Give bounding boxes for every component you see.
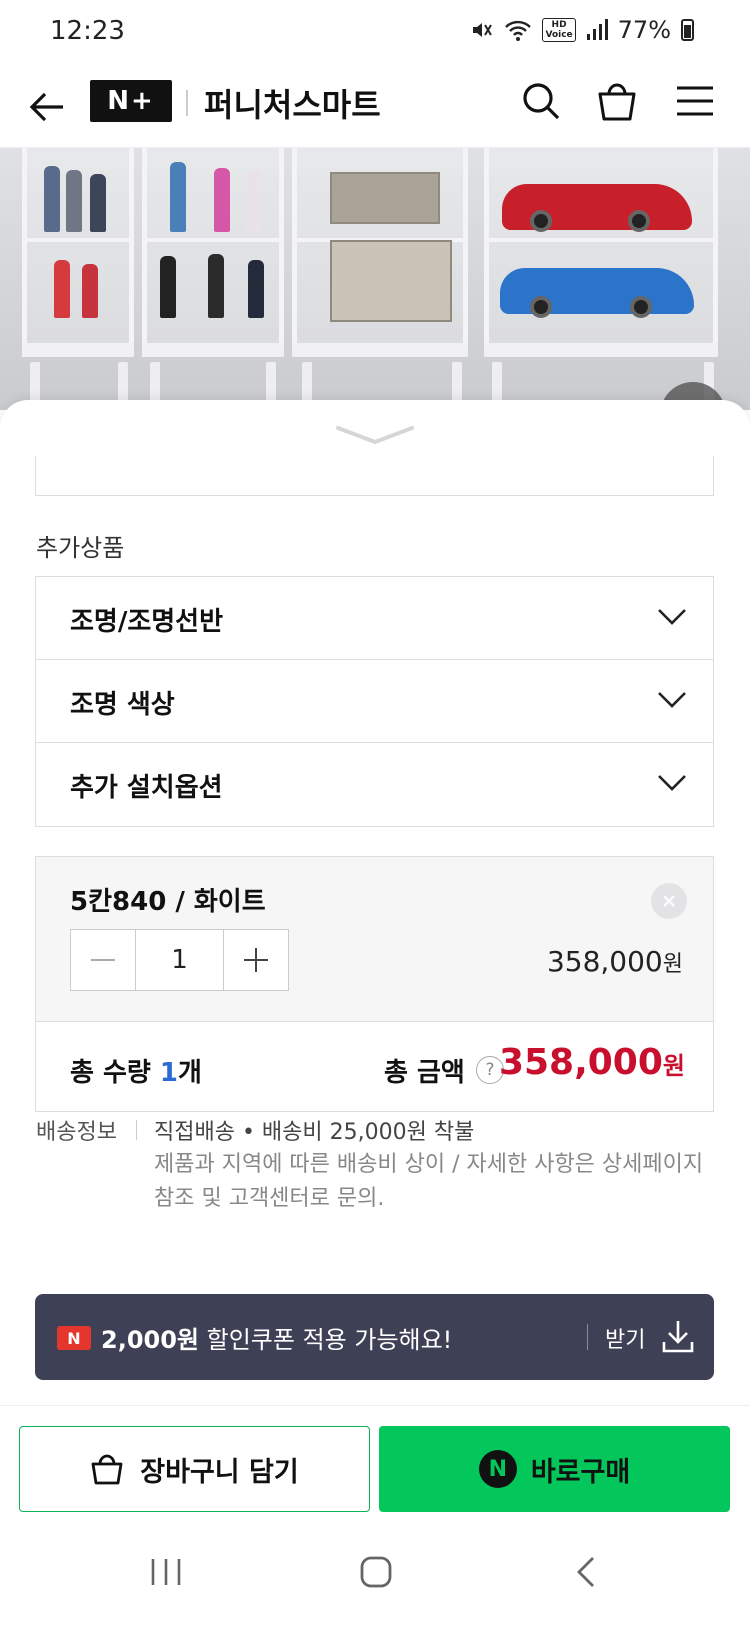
recent-apps-icon <box>151 1559 181 1585</box>
display-cabinet <box>142 148 284 357</box>
shipping-label: 배송정보 <box>36 1120 117 1145</box>
naver-badge-icon: N <box>57 1326 91 1350</box>
addon-lighting-shelf[interactable]: 조명/조명선반 <box>36 577 713 660</box>
battery-percent: 77% <box>617 16 671 44</box>
total-quantity-unit: 개 <box>177 1058 202 1088</box>
add-to-cart-label: 장바구니 담기 <box>140 1456 299 1488</box>
total-amount-currency: 원 <box>662 1052 685 1080</box>
back-chevron-icon <box>577 1557 594 1587</box>
total-amount-label: 총 금액 <box>384 1058 465 1088</box>
display-cabinet <box>484 148 718 357</box>
buy-now-label: 바로구매 <box>530 1456 631 1488</box>
selected-option-row: 5칸840 / 화이트 1 358,000원 <box>36 857 713 1022</box>
wifi-icon <box>505 20 532 41</box>
search-button[interactable] <box>516 76 566 126</box>
additional-products-list: 조명/조명선반 조명 색상 추가 설치옵션 <box>35 576 714 827</box>
increase-quantity-button[interactable] <box>224 930 288 990</box>
menu-icon <box>677 86 713 116</box>
shipping-divider <box>136 1120 137 1140</box>
quantity-stepper: 1 <box>70 929 289 991</box>
shipping-method: 직접배송 • 배송비 25,000원 착불 <box>154 1120 475 1145</box>
buy-now-button[interactable]: N 바로구매 <box>379 1426 730 1512</box>
status-time: 12:23 <box>50 16 125 46</box>
total-row: 총 수량 1개 총 금액 ? 358,000원 <box>36 1022 713 1113</box>
remove-option-button[interactable] <box>651 883 687 919</box>
back-button[interactable] <box>24 84 70 130</box>
naver-pay-icon: N <box>478 1450 517 1488</box>
recent-apps-button[interactable] <box>136 1547 196 1597</box>
option-sheet: 추가상품 조명/조명선반 조명 색상 추가 설치옵션 5칸840 / 화이트 1 <box>0 400 750 1405</box>
addon-install-option[interactable]: 추가 설치옵션 <box>36 743 713 826</box>
mute-icon <box>473 23 493 37</box>
close-icon <box>663 895 675 907</box>
add-to-cart-button[interactable]: 장바구니 담기 <box>19 1426 370 1512</box>
previous-option-box <box>35 456 714 496</box>
decrease-quantity-button[interactable] <box>71 930 135 990</box>
battery-icon <box>681 19 694 41</box>
system-navigation-bar <box>0 1517 750 1625</box>
total-amount-value: 358,000 <box>498 1042 663 1083</box>
status-icons: HD Voice 77% <box>470 16 694 44</box>
store-logo[interactable]: N+ <box>90 80 172 122</box>
addon-label: 조명 색상 <box>70 690 175 720</box>
app-header: N+ 퍼니처스마트 <box>0 66 750 148</box>
coupon-amount: 2,000원 <box>101 1326 199 1354</box>
chevron-down-icon <box>336 426 414 445</box>
plus-icon <box>244 948 268 972</box>
shipping-note: 제품과 지역에 따른 배송비 상이 / 자세한 사항은 상세페이지 참조 및 고… <box>154 1152 704 1211</box>
hd-voice-icon: HD Voice <box>542 18 576 42</box>
total-quantity: 총 수량 1개 <box>70 1052 202 1089</box>
price-value: 358,000 <box>546 945 663 978</box>
search-icon <box>523 83 560 120</box>
shopping-bag-icon <box>598 83 636 121</box>
coupon-message: 2,000원 할인쿠폰 적용 가능해요! <box>101 1320 452 1355</box>
product-image[interactable] <box>0 148 750 410</box>
chevron-down-icon <box>658 775 686 791</box>
addon-lighting-color[interactable]: 조명 색상 <box>36 660 713 743</box>
minus-icon <box>91 959 115 961</box>
purchase-bar: 장바구니 담기 N 바로구매 <box>0 1405 750 1517</box>
selected-option-name: 5칸840 / 화이트 <box>70 887 266 917</box>
menu-button[interactable] <box>670 76 720 126</box>
chevron-down-icon <box>658 692 686 708</box>
back-nav-button[interactable] <box>556 1547 616 1597</box>
quantity-value[interactable]: 1 <box>135 930 224 990</box>
status-bar: 12:23 HD Voice 77% <box>0 0 750 66</box>
shopping-bag-icon <box>91 1454 123 1485</box>
home-button[interactable] <box>346 1547 406 1597</box>
coupon-get-button[interactable]: 받기 <box>605 1322 645 1354</box>
coupon-text: 할인쿠폰 적용 가능해요! <box>199 1326 453 1354</box>
signal-icon <box>586 19 608 40</box>
selected-option-price: 358,000원 <box>547 945 683 978</box>
back-arrow-icon <box>29 92 63 122</box>
addon-label: 추가 설치옵션 <box>70 773 223 803</box>
sheet-collapse-handle[interactable] <box>334 422 416 446</box>
home-icon <box>360 1556 392 1588</box>
store-name[interactable]: 퍼니처스마트 <box>204 80 381 126</box>
coupon-banner[interactable]: N 2,000원 할인쿠폰 적용 가능해요! 받기 <box>35 1294 714 1380</box>
logo-divider <box>186 90 188 116</box>
total-quantity-label: 총 수량 <box>70 1058 160 1088</box>
coupon-divider <box>587 1324 588 1350</box>
order-summary: 5칸840 / 화이트 1 358,000원 총 수량 1개 총 금액 ? 35… <box>35 856 714 1112</box>
download-icon[interactable] <box>661 1318 695 1354</box>
total-quantity-value: 1 <box>159 1058 178 1088</box>
additional-products-label: 추가상품 <box>36 534 125 562</box>
addon-label: 조명/조명선반 <box>70 607 224 637</box>
price-currency: 원 <box>662 952 683 977</box>
chevron-down-icon <box>658 609 686 625</box>
cart-button[interactable] <box>592 76 642 126</box>
total-amount: 358,000원 <box>499 1042 685 1083</box>
